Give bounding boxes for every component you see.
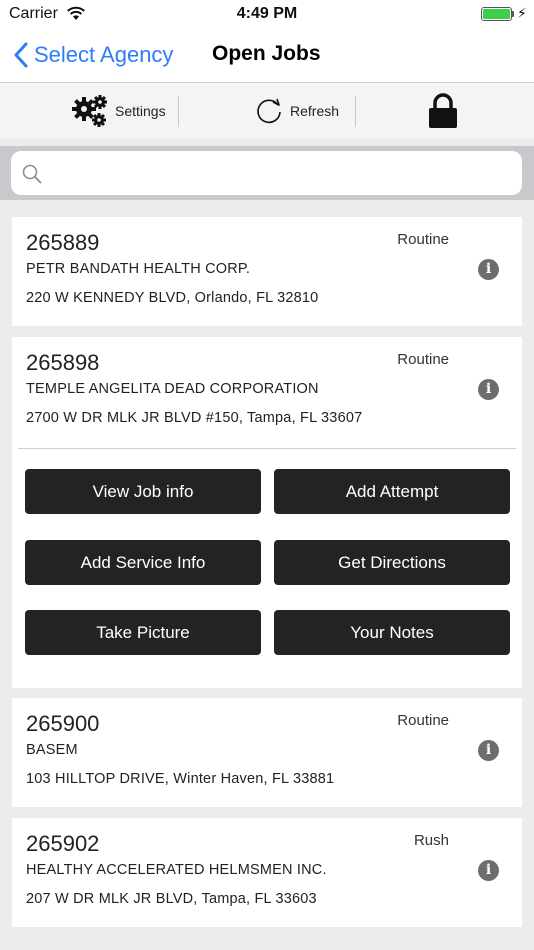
settings-label: Settings (115, 103, 166, 119)
job-name: TEMPLE ANGELITA DEAD CORPORATION (26, 381, 319, 397)
job-priority: Routine (397, 712, 449, 729)
gears-icon (72, 95, 107, 127)
info-icon[interactable]: i (478, 860, 499, 881)
job-name: BASEM (26, 742, 78, 758)
refresh-label: Refresh (290, 103, 340, 119)
take-picture-button[interactable]: Take Picture (25, 610, 261, 655)
toolbar-divider (355, 96, 356, 127)
job-card[interactable]: 265900 Routine BASEM 103 HILLTOP DRIVE, … (12, 698, 522, 807)
job-priority: Rush (413, 832, 449, 849)
refresh-icon (257, 98, 281, 124)
job-address: 220 W KENNEDY BLVD, Orlando, FL 32810 (26, 290, 319, 306)
add-service-info-button[interactable]: Add Service Info (25, 540, 261, 585)
info-icon[interactable]: i (478, 740, 499, 761)
get-directions-button[interactable]: Get Directions (274, 540, 510, 585)
your-notes-button[interactable]: Your Notes (274, 610, 510, 655)
view-job-info-button[interactable]: View Job info (25, 469, 261, 514)
chevron-left-icon (14, 42, 28, 68)
job-priority: Routine (397, 231, 449, 248)
job-number: 265902 (26, 831, 100, 856)
job-address: 207 W DR MLK JR BLVD, Tampa, FL 33603 (26, 891, 317, 907)
refresh-button[interactable]: Refresh (254, 83, 339, 139)
lock-button[interactable] (428, 83, 458, 139)
search-input[interactable] (51, 159, 515, 189)
job-address: 103 HILLTOP DRIVE, Winter Haven, FL 3388… (26, 771, 335, 787)
job-address: 2700 W DR MLK JR BLVD #150, Tampa, FL 33… (26, 410, 363, 426)
navigation-bar: Select Agency Open Jobs (0, 30, 534, 83)
job-card-expanded[interactable]: 265898 Routine TEMPLE ANGELITA DEAD CORP… (12, 337, 522, 688)
back-button[interactable]: Select Agency (14, 40, 173, 70)
page-title: Open Jobs (212, 42, 321, 65)
charging-icon: ⚡ (517, 5, 527, 21)
toolbar-divider (178, 96, 179, 127)
lock-icon (429, 93, 457, 128)
search-icon (22, 164, 42, 184)
job-card[interactable]: 265902 Rush HEALTHY ACCELERATED HELMSMEN… (12, 818, 522, 927)
info-icon[interactable]: i (478, 259, 499, 280)
job-number: 265898 (26, 350, 100, 375)
battery-fill (483, 9, 510, 19)
battery-icon (481, 7, 512, 21)
toolbar: Settings Refresh (0, 83, 534, 139)
job-card[interactable]: 265889 Routine PETR BANDATH HEALTH CORP.… (12, 217, 522, 326)
card-divider (18, 448, 516, 449)
job-priority: Routine (397, 351, 449, 368)
battery-cap (512, 11, 514, 17)
search-bar (0, 146, 534, 200)
add-attempt-button[interactable]: Add Attempt (274, 469, 510, 514)
job-name: PETR BANDATH HEALTH CORP. (26, 261, 251, 277)
job-number: 265900 (26, 711, 100, 736)
clock: 4:49 PM (236, 5, 298, 22)
job-name: HEALTHY ACCELERATED HELMSMEN INC. (26, 862, 327, 878)
info-icon[interactable]: i (478, 379, 499, 400)
job-number: 265889 (26, 230, 100, 255)
search-box[interactable] (11, 151, 522, 195)
settings-button[interactable]: Settings (71, 83, 166, 139)
status-bar: Carrier 4:49 PM ⚡ (0, 0, 534, 30)
back-button-label: Select Agency (34, 42, 174, 67)
